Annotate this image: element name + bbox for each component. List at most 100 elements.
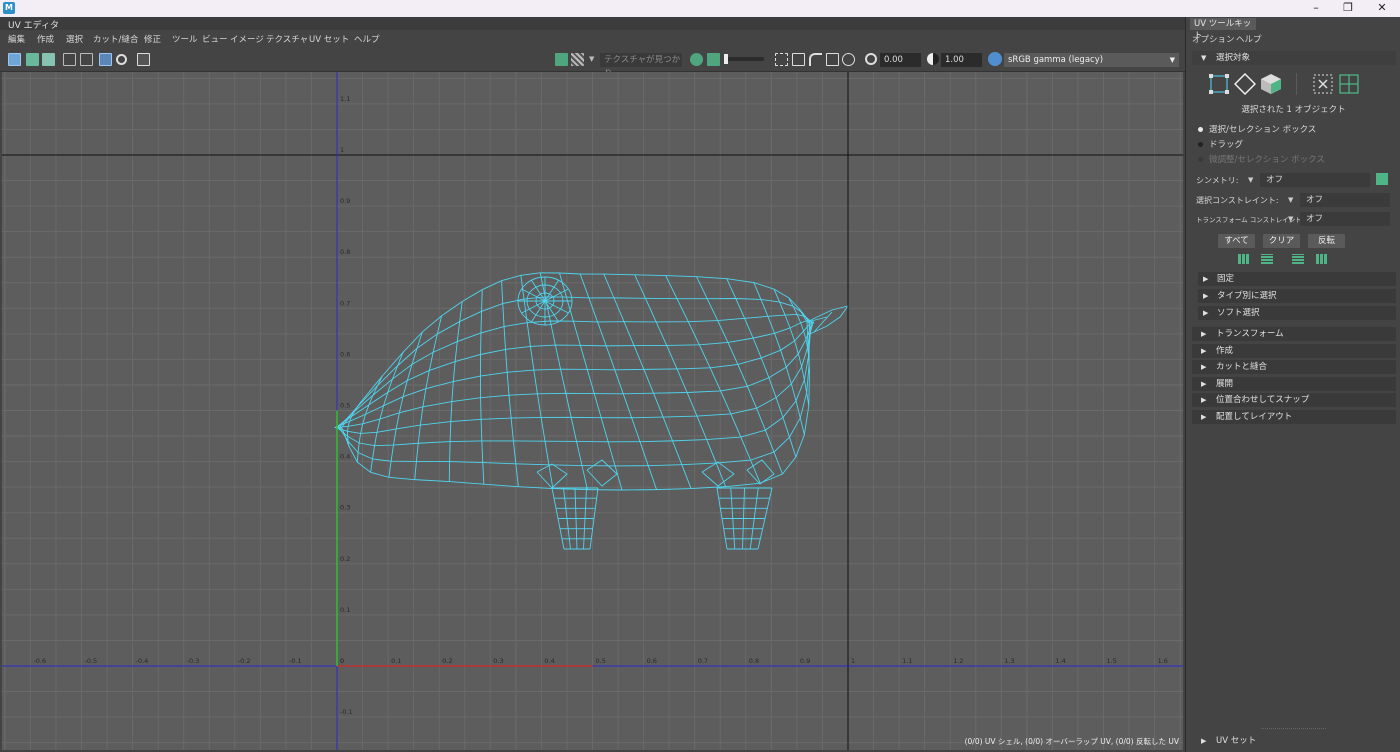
- mode-select-box-radio[interactable]: 選択/セレクション ボックス: [1198, 123, 1316, 135]
- menu-select[interactable]: 選択: [66, 33, 83, 45]
- transform-constraint-arrow-icon[interactable]: ▼: [1288, 215, 1293, 223]
- texture-borders-icon[interactable]: [42, 53, 55, 66]
- menu-create[interactable]: 作成: [37, 33, 54, 45]
- menu-image[interactable]: イメージ: [230, 33, 264, 45]
- select-clear-button[interactable]: クリア: [1263, 234, 1300, 248]
- x-tick-label: 0.1: [391, 657, 401, 665]
- menu-modify[interactable]: 修正: [144, 33, 161, 45]
- x-tick-label: 0.5: [596, 657, 606, 665]
- y-tick-label: 1: [340, 146, 344, 154]
- uv-toolkit-tab[interactable]: UV ツールキット: [1190, 18, 1256, 41]
- checker-tile-icon[interactable]: [571, 53, 584, 66]
- section-align-snap-header[interactable]: ▶ 位置合わせしてスナップ: [1192, 393, 1396, 407]
- exposure-icon[interactable]: [865, 53, 877, 65]
- mode-drag-radio[interactable]: ドラッグ: [1198, 138, 1243, 150]
- section-arrange-layout-header[interactable]: ▶ 配置してレイアウト: [1192, 410, 1396, 424]
- texture-dropdown-arrow-icon[interactable]: ▼: [589, 55, 594, 63]
- expand-right-icon: ▶: [1201, 347, 1207, 355]
- toolkit-menu-help[interactable]: ヘルプ: [1236, 33, 1262, 45]
- panel-resize-handle[interactable]: [1261, 728, 1326, 729]
- colorspace-dropdown[interactable]: sRGB gamma (legacy) ▼: [1004, 53, 1179, 67]
- uv-sets-footer[interactable]: ▶ UV セット: [1192, 734, 1396, 748]
- select-all-button[interactable]: すべて: [1218, 234, 1255, 248]
- radio-dot-icon: [1198, 127, 1203, 132]
- x-tick-label: -0.3: [187, 657, 200, 665]
- uv-canvas[interactable]: -0.6 -0.5 -0.4 -0.3 -0.2 -0.1 0 0.1 0.2 0.3 0.4 0.5…: [2, 72, 1183, 750]
- sub-select-by-type-header[interactable]: ▶ タイプ別に選択: [1198, 289, 1396, 303]
- vertex-select-icon[interactable]: [1208, 73, 1230, 95]
- isolate-select-icon[interactable]: [116, 54, 127, 65]
- section-selection-header[interactable]: ▼ 選択対象: [1192, 51, 1396, 65]
- constraint-arrow-icon[interactable]: ▼: [1288, 196, 1293, 204]
- menu-cut-sew[interactable]: カット/縫合: [93, 33, 138, 45]
- menu-edit[interactable]: 編集: [8, 33, 25, 45]
- expand-right-icon: ▶: [1201, 737, 1207, 745]
- x-tick-label: 0.4: [544, 657, 554, 665]
- grow-selection-icon[interactable]: [1238, 254, 1250, 264]
- uv-shell-select-icon[interactable]: [1338, 73, 1360, 95]
- select-invert-button[interactable]: 反転: [1308, 234, 1345, 248]
- y-tick-label: 0.4: [340, 453, 350, 461]
- psd-icon[interactable]: [842, 53, 855, 66]
- section-selection-label: 選択対象: [1216, 53, 1251, 63]
- transform-constraint-dropdown[interactable]: オフ: [1300, 212, 1390, 226]
- uv-select-icon[interactable]: [1312, 73, 1334, 95]
- expand-right-icon: ▶: [1203, 309, 1209, 317]
- view-transform-icon[interactable]: [988, 52, 1002, 66]
- expand-right-icon: ▶: [1201, 363, 1207, 371]
- x-tick-label: 0.8: [749, 657, 759, 665]
- gamma-icon[interactable]: [927, 53, 939, 65]
- uv-viewport[interactable]: -0.6 -0.5 -0.4 -0.3 -0.2 -0.1 0 0.1 0.2 0.3 0.4 0.5…: [2, 72, 1183, 750]
- expand-right-icon: ▶: [1203, 275, 1209, 283]
- menu-uv-sets[interactable]: UV セット: [309, 33, 349, 45]
- overlap-icon[interactable]: [826, 53, 839, 66]
- grid-icon[interactable]: [63, 53, 76, 66]
- edge-color-icon[interactable]: [792, 53, 805, 66]
- select-constraint-dropdown[interactable]: オフ: [1300, 193, 1390, 207]
- minimize-button[interactable]: –: [1300, 0, 1332, 17]
- x-tick-label: 1.2: [953, 657, 963, 665]
- close-button[interactable]: ✕: [1366, 0, 1398, 17]
- menu-view[interactable]: ビュー: [202, 33, 228, 45]
- shell-border-icon[interactable]: [775, 53, 788, 66]
- edge-select-icon[interactable]: [1234, 73, 1256, 95]
- x-tick-label: -0.5: [85, 657, 98, 665]
- face-select-icon[interactable]: [1260, 73, 1282, 95]
- restore-button[interactable]: ❐: [1332, 0, 1364, 17]
- menu-tools[interactable]: ツール: [172, 33, 198, 45]
- y-tick-label: 0.1: [340, 606, 350, 614]
- section-create-header[interactable]: ▶ 作成: [1192, 344, 1396, 358]
- select-border-icon[interactable]: [1292, 254, 1304, 264]
- toolkit-menu-options[interactable]: オプション: [1192, 33, 1235, 45]
- texture-dropdown[interactable]: テクスチャが見つかり...: [600, 53, 682, 79]
- menu-help[interactable]: ヘルプ: [354, 33, 380, 45]
- uv-grid: [2, 72, 1183, 750]
- snapshot-icon[interactable]: [137, 53, 150, 66]
- checker-grid-icon[interactable]: [99, 53, 112, 66]
- rgb-channels-icon[interactable]: [690, 53, 703, 66]
- image-display-icon[interactable]: [555, 53, 568, 66]
- exposure-field[interactable]: 0.00: [880, 53, 921, 67]
- select-constraint-label: 選択コンストレイント:: [1196, 196, 1279, 205]
- pixel-snap-icon[interactable]: [80, 53, 93, 66]
- symmetry-dropdown[interactable]: オフ: [1260, 173, 1370, 187]
- symmetry-arrow-icon[interactable]: ▼: [1248, 176, 1253, 184]
- section-unfold-header[interactable]: ▶ 展開: [1192, 377, 1396, 391]
- symmetry-options-icon[interactable]: [1376, 173, 1388, 185]
- mode-tweak-label: 微調整/セレクション ボックス: [1209, 155, 1325, 165]
- section-cut-sew-header[interactable]: ▶ カットと縫合: [1192, 360, 1396, 374]
- section-transform-label: トランスフォーム: [1216, 329, 1284, 339]
- dim-image-slider[interactable]: [724, 54, 764, 64]
- shaded-uv-icon[interactable]: [26, 53, 39, 66]
- section-transform-header[interactable]: ▶ トランスフォーム: [1192, 327, 1396, 341]
- display-image-icon[interactable]: [707, 53, 720, 66]
- uv-grid-toggle-icon[interactable]: [8, 53, 21, 66]
- menu-textures[interactable]: テクスチャ: [266, 33, 308, 45]
- sub-soft-select-header[interactable]: ▶ ソフト選択: [1198, 306, 1396, 320]
- gamma-field[interactable]: 1.00: [941, 53, 982, 67]
- distortion-icon[interactable]: [809, 53, 822, 66]
- sub-pin-header[interactable]: ▶ 固定: [1198, 272, 1396, 286]
- shrink-selection-icon[interactable]: [1261, 254, 1273, 264]
- x-tick-label: -0.1: [289, 657, 302, 665]
- select-shortest-path-icon[interactable]: [1316, 254, 1328, 264]
